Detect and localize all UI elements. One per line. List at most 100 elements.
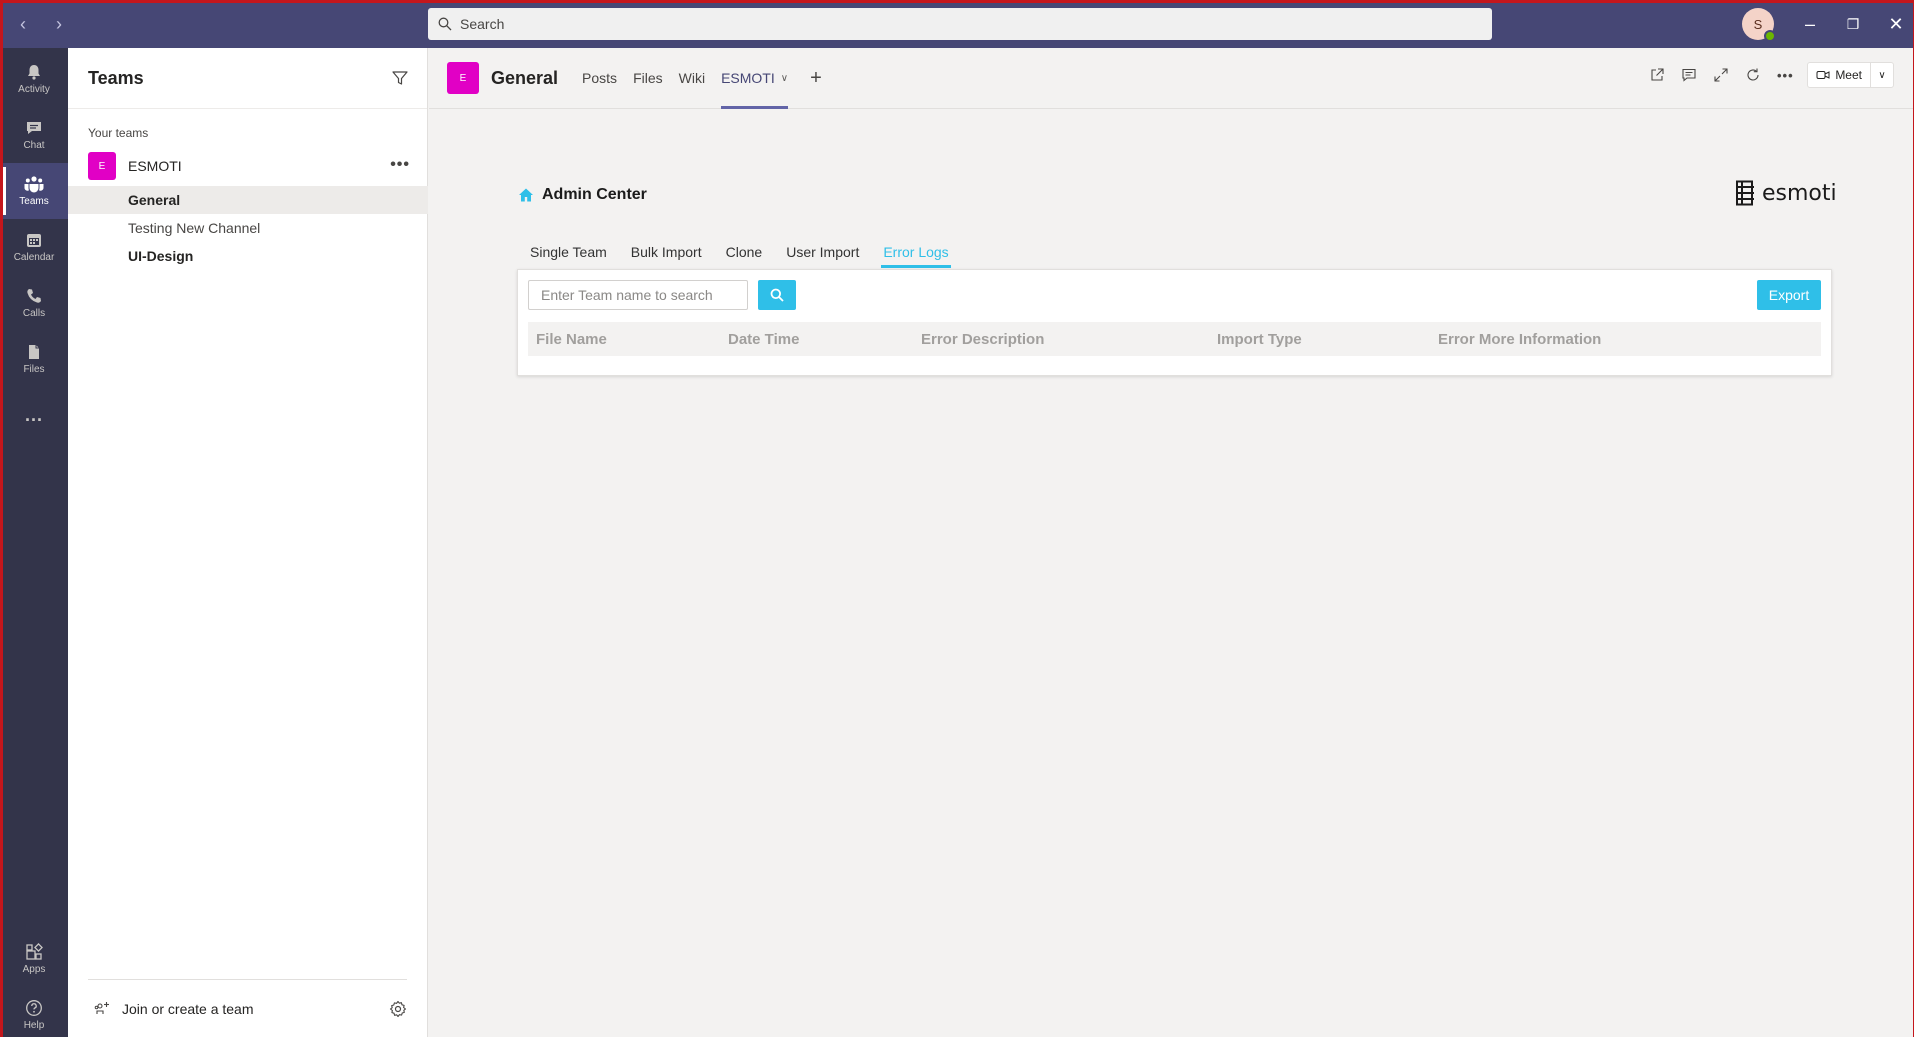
- pop-out-icon[interactable]: [1647, 65, 1667, 85]
- minimize-icon[interactable]: –: [1798, 12, 1822, 36]
- teams-header: Teams: [68, 48, 427, 109]
- tab-files[interactable]: Files: [625, 48, 671, 109]
- title-bar: ‹ › Search S – ❐ ✕: [0, 0, 1914, 48]
- tab-wiki[interactable]: Wiki: [671, 48, 713, 109]
- channel-header: E General Posts Files Wiki ESMOTI ∨ + ••…: [429, 48, 1914, 109]
- brand-name: esmoti: [1762, 180, 1837, 206]
- channel-item-ui-design[interactable]: UI-Design: [68, 242, 428, 270]
- meet-dropdown-chevron-icon[interactable]: ∨: [1871, 70, 1893, 81]
- video-camera-icon: [1816, 71, 1830, 79]
- add-tab-icon[interactable]: +: [810, 67, 822, 90]
- chat-icon: [27, 121, 41, 134]
- rail-item-calls[interactable]: Calls: [0, 275, 68, 331]
- esmoti-logo: esmoti: [1734, 180, 1837, 206]
- teams-footer: Join or create a team: [88, 979, 407, 1037]
- forward-arrow-icon[interactable]: ›: [50, 14, 68, 35]
- rail-label: Chat: [23, 139, 45, 151]
- add-team-icon: [94, 1001, 109, 1014]
- more-icon: ...: [24, 404, 43, 425]
- rail-item-help[interactable]: Help: [0, 987, 68, 1037]
- rail-label: Teams: [19, 195, 49, 207]
- refresh-icon[interactable]: [1743, 65, 1763, 85]
- phone-icon: [27, 288, 41, 303]
- help-icon: [26, 999, 42, 1016]
- column-header-file-name[interactable]: File Name: [536, 331, 607, 348]
- channel-title: General: [491, 67, 559, 88]
- tab-esmoti[interactable]: ESMOTI ∨: [713, 48, 796, 109]
- meet-now-button[interactable]: Meet: [1808, 63, 1871, 87]
- tab-clone[interactable]: Clone: [714, 236, 775, 268]
- expand-icon[interactable]: [1711, 65, 1731, 85]
- rail-item-calendar[interactable]: Calendar: [0, 219, 68, 275]
- close-icon[interactable]: ✕: [1884, 12, 1908, 36]
- rail-label: Apps: [22, 963, 46, 975]
- rail-label: Files: [23, 363, 45, 375]
- presence-status-icon: [1764, 30, 1776, 42]
- team-row-esmoti[interactable]: E ESMOTI •••: [68, 150, 428, 182]
- tab-single-team[interactable]: Single Team: [518, 236, 619, 268]
- file-icon: [29, 344, 39, 359]
- rail-label: Help: [23, 1019, 45, 1031]
- rail-label: Calendar: [13, 251, 55, 263]
- teams-title: Teams: [88, 67, 144, 88]
- rail-item-apps[interactable]: Apps: [0, 931, 68, 987]
- search-placeholder: Search: [460, 16, 505, 32]
- home-icon[interactable]: [518, 187, 534, 203]
- team-name: ESMOTI: [128, 158, 182, 174]
- rail-item-chat[interactable]: Chat: [0, 107, 68, 163]
- join-create-label: Join or create a team: [122, 1000, 254, 1017]
- admin-header: Admin Center: [518, 186, 647, 204]
- tab-user-import[interactable]: User Import: [774, 236, 871, 268]
- esmoti-logo-icon: [1736, 180, 1754, 206]
- admin-tabs: Single Team Bulk Import Clone User Impor…: [518, 236, 961, 268]
- restore-icon[interactable]: ❐: [1841, 12, 1865, 36]
- back-arrow-icon[interactable]: ‹: [14, 14, 32, 35]
- your-teams-label: Your teams: [88, 126, 149, 140]
- search-button[interactable]: [758, 280, 796, 310]
- error-logs-panel: Export File Name Date Time Error Descrip…: [517, 269, 1832, 376]
- tab-error-logs[interactable]: Error Logs: [871, 236, 960, 268]
- bell-icon: [28, 64, 40, 80]
- rail-label: Activity: [18, 83, 50, 95]
- tab-posts[interactable]: Posts: [574, 48, 625, 109]
- apps-icon: [26, 942, 43, 960]
- rail-item-files[interactable]: Files: [0, 331, 68, 387]
- channel-team-avatar: E: [447, 62, 479, 94]
- calendar-icon: [27, 233, 41, 247]
- column-header-date-time[interactable]: Date Time: [728, 331, 799, 348]
- app-rail: Activity Chat Teams Calendar Calls Files…: [0, 48, 68, 1037]
- user-avatar[interactable]: S: [1742, 8, 1776, 42]
- tab-bulk-import[interactable]: Bulk Import: [619, 236, 714, 268]
- global-search[interactable]: Search: [428, 8, 1492, 40]
- tab-esmoti-label: ESMOTI: [721, 70, 775, 86]
- gear-icon[interactable]: [389, 1000, 407, 1018]
- filter-icon[interactable]: [391, 69, 409, 87]
- join-create-team-button[interactable]: Join or create a team: [94, 1001, 254, 1017]
- more-options-icon[interactable]: •••: [1775, 65, 1795, 85]
- rail-item-activity[interactable]: Activity: [0, 51, 68, 107]
- channel-item-testing-new-channel[interactable]: Testing New Channel: [68, 214, 428, 242]
- column-header-error-more-information[interactable]: Error More Information: [1438, 331, 1601, 348]
- rail-item-more[interactable]: ...: [0, 387, 68, 443]
- rail-label: Calls: [22, 307, 46, 319]
- search-icon: [770, 288, 784, 302]
- conversation-icon[interactable]: [1679, 65, 1699, 85]
- channel-item-general[interactable]: General: [68, 186, 428, 214]
- search-icon: [438, 17, 452, 31]
- rail-item-teams[interactable]: Teams: [0, 163, 68, 219]
- column-header-import-type[interactable]: Import Type: [1217, 331, 1302, 348]
- admin-center-title: Admin Center: [542, 186, 647, 203]
- teams-icon: [24, 175, 44, 192]
- channel-actions: ••• Meet ∨: [1647, 62, 1894, 88]
- history-nav: ‹ ›: [14, 14, 68, 35]
- more-options-icon[interactable]: •••: [390, 156, 410, 174]
- error-logs-table-header: File Name Date Time Error Description Im…: [528, 322, 1821, 356]
- team-search-input[interactable]: [528, 280, 748, 310]
- meet-button[interactable]: Meet ∨: [1807, 62, 1894, 88]
- chevron-down-icon[interactable]: ∨: [781, 73, 788, 84]
- export-button[interactable]: Export: [1757, 280, 1821, 310]
- avatar-initial: S: [1753, 16, 1763, 32]
- column-header-error-description[interactable]: Error Description: [921, 331, 1044, 348]
- teams-pane: Teams Your teams E ESMOTI ••• General Te…: [68, 48, 428, 1037]
- team-avatar: E: [88, 152, 116, 180]
